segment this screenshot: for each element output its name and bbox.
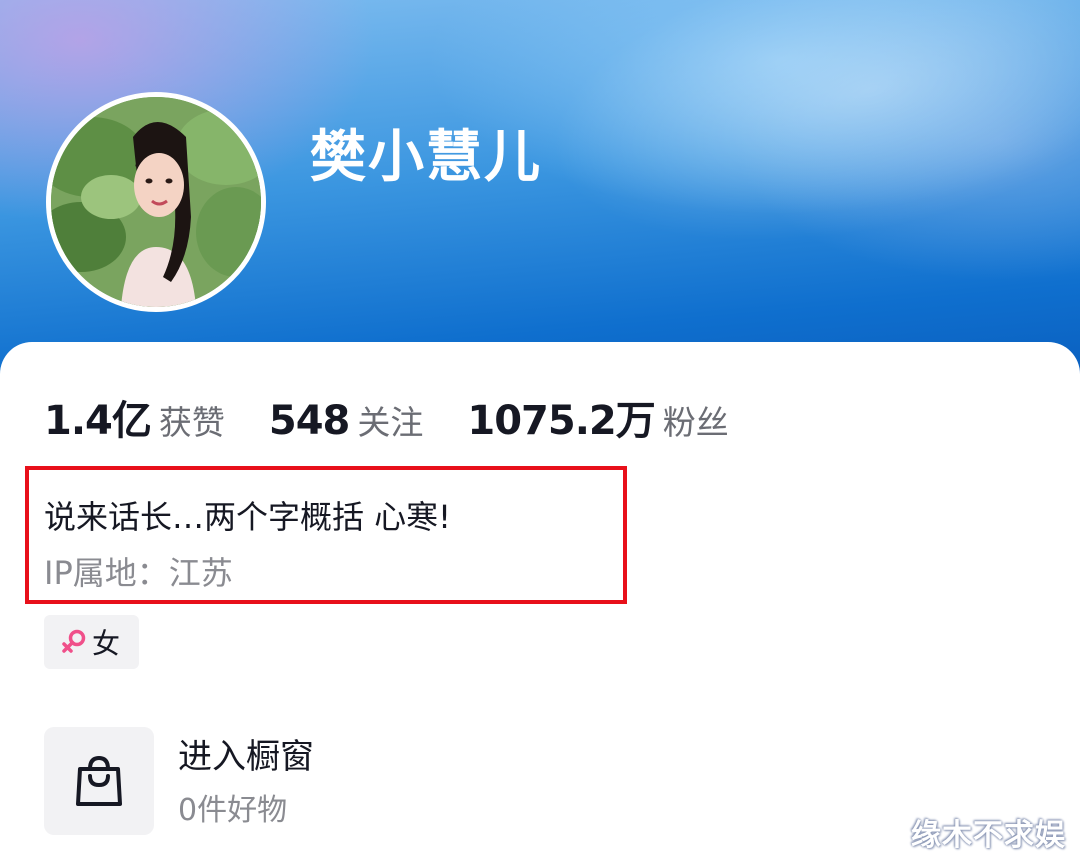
annotation-highlight-box xyxy=(25,466,627,604)
stat-label: 关注 xyxy=(357,403,424,442)
female-icon xyxy=(62,629,86,653)
gender-label: 女 xyxy=(92,627,121,660)
profile-username: 樊小慧儿 xyxy=(310,125,542,190)
avatar-photo xyxy=(51,97,261,307)
shopping-bag-icon xyxy=(76,755,122,806)
stat-value: 548 xyxy=(268,398,350,444)
shop-window-count: 0件好物 xyxy=(178,793,288,828)
watermark: 缘木不求娱 xyxy=(911,818,1066,853)
shop-window-button[interactable] xyxy=(44,727,154,835)
stat-label: 粉丝 xyxy=(662,403,729,442)
profile-page: 樊小慧儿 1.4亿 获赞 548 关注 1075.2万 粉丝 说来话长…两个字概… xyxy=(0,0,1080,867)
stat-value: 1.4亿 xyxy=(44,398,152,444)
shop-window-title[interactable]: 进入橱窗 xyxy=(178,733,314,781)
stat-label: 获赞 xyxy=(158,403,225,442)
stats-row: 1.4亿 获赞 548 关注 1075.2万 粉丝 xyxy=(44,388,773,444)
avatar[interactable] xyxy=(46,92,266,312)
stat-followers[interactable]: 1075.2万 粉丝 xyxy=(467,388,728,446)
gender-tag: 女 xyxy=(44,615,139,669)
stat-following[interactable]: 548 关注 xyxy=(269,396,424,444)
stat-value: 1075.2万 xyxy=(467,398,655,444)
stat-likes[interactable]: 1.4亿 获赞 xyxy=(44,388,225,446)
banner-highlight xyxy=(496,0,1080,310)
